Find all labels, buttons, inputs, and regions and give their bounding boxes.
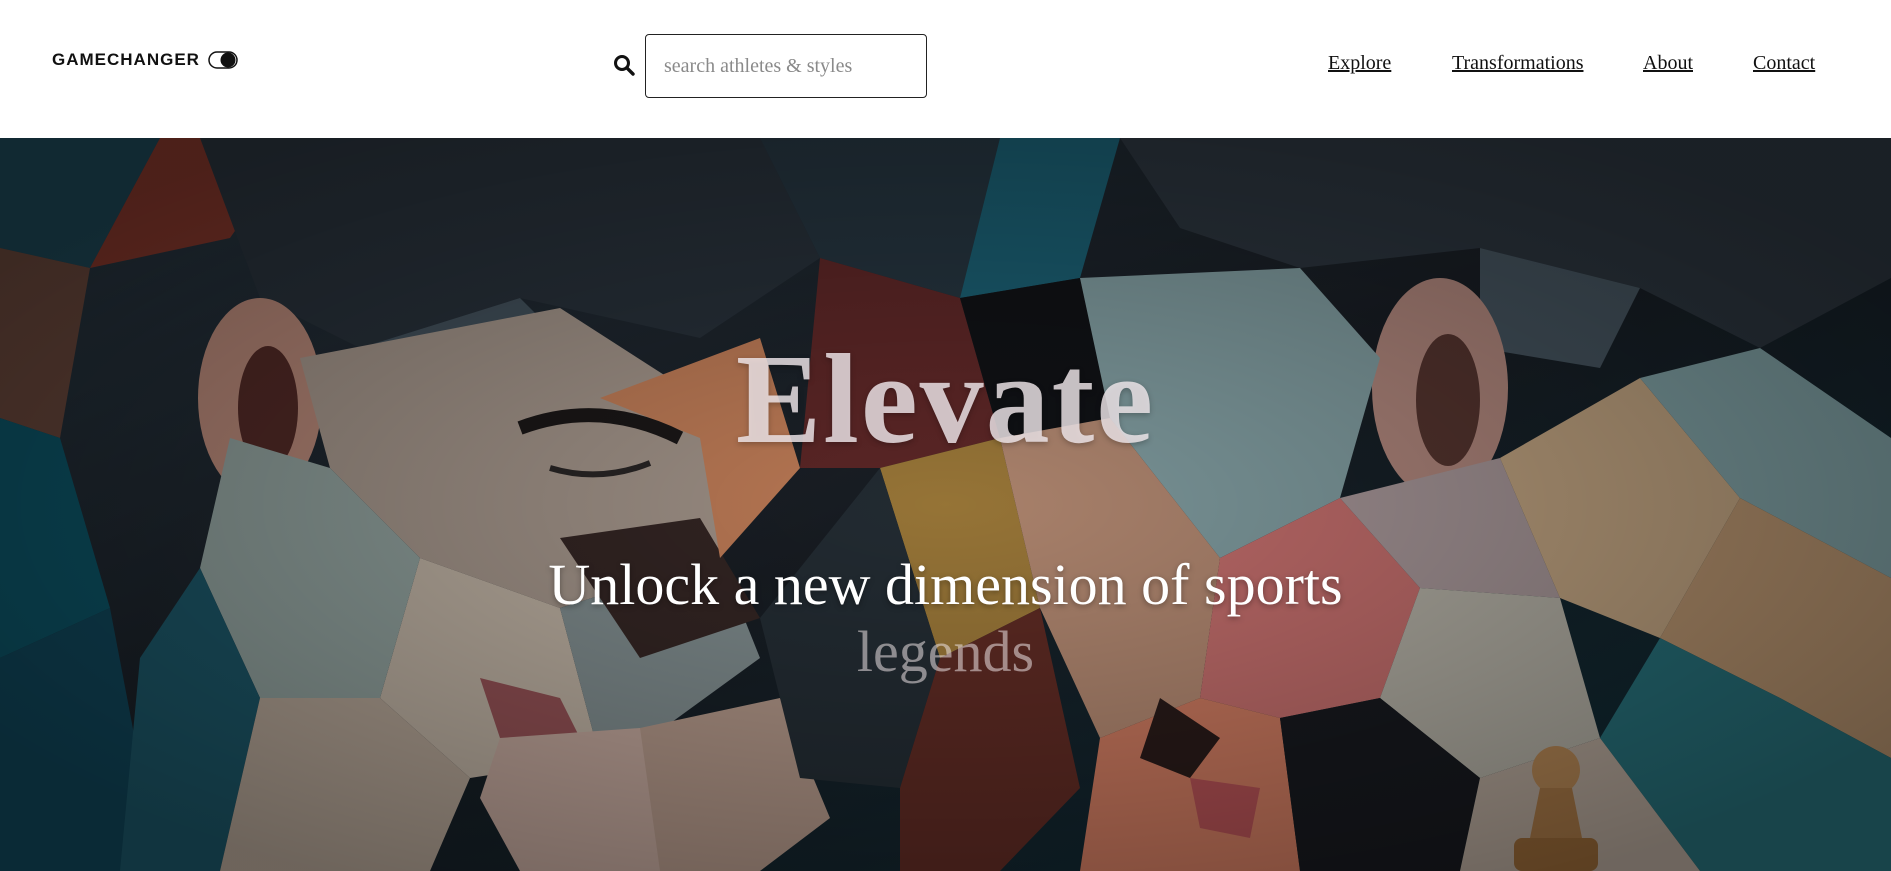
- hero-subtitle-line1: Unlock a new dimension of sports: [548, 552, 1343, 617]
- site-header: GAMECHANGER Explore Transformations Abou…: [0, 0, 1891, 138]
- cubist-chess-players-image: [0, 138, 1891, 871]
- hero-subtitle-line2: legends: [856, 619, 1035, 684]
- hero-section: Elevate Unlock a new dimension of sports…: [0, 138, 1891, 871]
- nav-link-transformations[interactable]: Transformations: [1452, 52, 1583, 75]
- hero-title: Elevate: [735, 328, 1156, 470]
- nav-link-contact[interactable]: Contact: [1753, 52, 1815, 75]
- nav-link-about[interactable]: About: [1643, 52, 1693, 75]
- main-nav: Explore Transformations About Contact: [0, 52, 1891, 82]
- nav-link-explore[interactable]: Explore: [1328, 52, 1391, 75]
